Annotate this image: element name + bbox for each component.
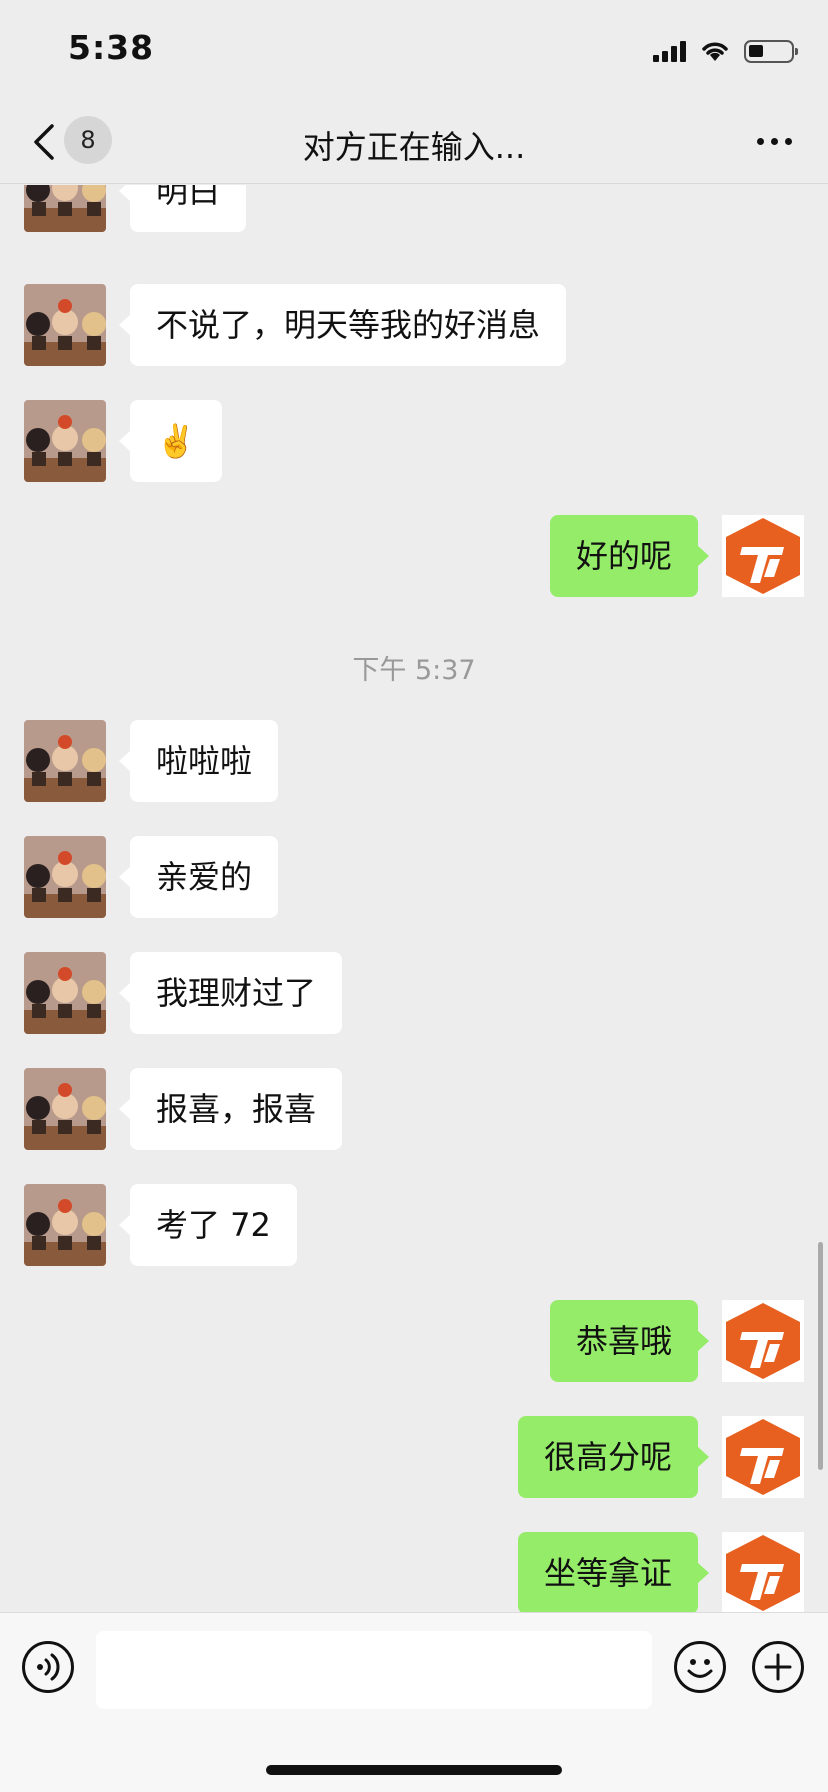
- message-row: 我理财过了: [0, 952, 828, 1034]
- message-row: 恭喜哦: [0, 1300, 828, 1382]
- chat-message-list[interactable]: 明白 不说了，明天等我的好消息 ✌️ 好的呢 下午 5:37 啦啦啦 亲爱的 我…: [0, 185, 828, 1612]
- contact-avatar[interactable]: [24, 1184, 106, 1266]
- input-bar: [0, 1612, 828, 1792]
- status-icons: [653, 36, 798, 66]
- message-bubble[interactable]: 好的呢: [549, 515, 710, 597]
- contact-avatar[interactable]: [24, 1068, 106, 1150]
- status-time: 5:38: [68, 28, 155, 67]
- battery-icon: [744, 39, 798, 63]
- message-bubble[interactable]: 报喜，报喜: [118, 1068, 343, 1150]
- nav-bar: 8 对方正在输入...: [0, 100, 828, 184]
- message-bubble[interactable]: 考了 72: [119, 1184, 297, 1266]
- message-row: 好的呢: [0, 515, 828, 597]
- smiley-icon[interactable]: [674, 1641, 726, 1693]
- my-avatar[interactable]: [722, 1416, 804, 1498]
- message-bubble[interactable]: 亲爱的: [118, 836, 279, 918]
- voice-icon[interactable]: [22, 1641, 74, 1693]
- contact-avatar[interactable]: [24, 952, 106, 1034]
- message-bubble[interactable]: ✌️: [119, 400, 222, 482]
- cellular-signal-icon: [653, 40, 686, 62]
- message-row: 报喜，报喜: [0, 1068, 828, 1150]
- message-row: 不说了，明天等我的好消息: [0, 284, 828, 366]
- my-avatar[interactable]: [722, 515, 804, 597]
- chat-title: 对方正在输入...: [302, 128, 526, 166]
- contact-avatar[interactable]: [24, 836, 106, 918]
- more-dots-icon[interactable]: [757, 138, 792, 145]
- message-bubble[interactable]: 坐等拿证: [517, 1532, 710, 1612]
- wifi-icon: [702, 42, 728, 61]
- contact-avatar[interactable]: [24, 720, 106, 802]
- message-bubble[interactable]: 我理财过了: [118, 952, 343, 1034]
- plus-icon[interactable]: [752, 1641, 804, 1693]
- message-row: 很高分呢: [0, 1416, 828, 1498]
- message-bubble[interactable]: 明白: [118, 185, 247, 232]
- message-bubble[interactable]: 不说了，明天等我的好消息: [118, 284, 567, 366]
- home-indicator[interactable]: [266, 1765, 562, 1775]
- message-row: 考了 72: [0, 1184, 828, 1266]
- my-avatar[interactable]: [722, 1532, 804, 1612]
- message-timestamp: 下午 5:37: [352, 655, 476, 686]
- message-bubble[interactable]: 啦啦啦: [118, 720, 279, 802]
- message-row: ✌️: [0, 400, 828, 482]
- contact-avatar[interactable]: [24, 400, 106, 482]
- message-bubble[interactable]: 很高分呢: [517, 1416, 710, 1498]
- message-row: 亲爱的: [0, 836, 828, 918]
- my-avatar[interactable]: [722, 1300, 804, 1382]
- contact-avatar[interactable]: [24, 185, 106, 232]
- scrollbar[interactable]: [818, 1242, 823, 1470]
- message-input[interactable]: [96, 1631, 652, 1709]
- message-bubble[interactable]: 恭喜哦: [549, 1300, 710, 1382]
- status-bar: 5:38: [0, 0, 828, 100]
- battery-level: [749, 44, 763, 57]
- message-row: 坐等拿证: [0, 1532, 828, 1612]
- message-row: 明白: [0, 185, 828, 232]
- contact-avatar[interactable]: [24, 284, 106, 366]
- message-row: 啦啦啦: [0, 720, 828, 802]
